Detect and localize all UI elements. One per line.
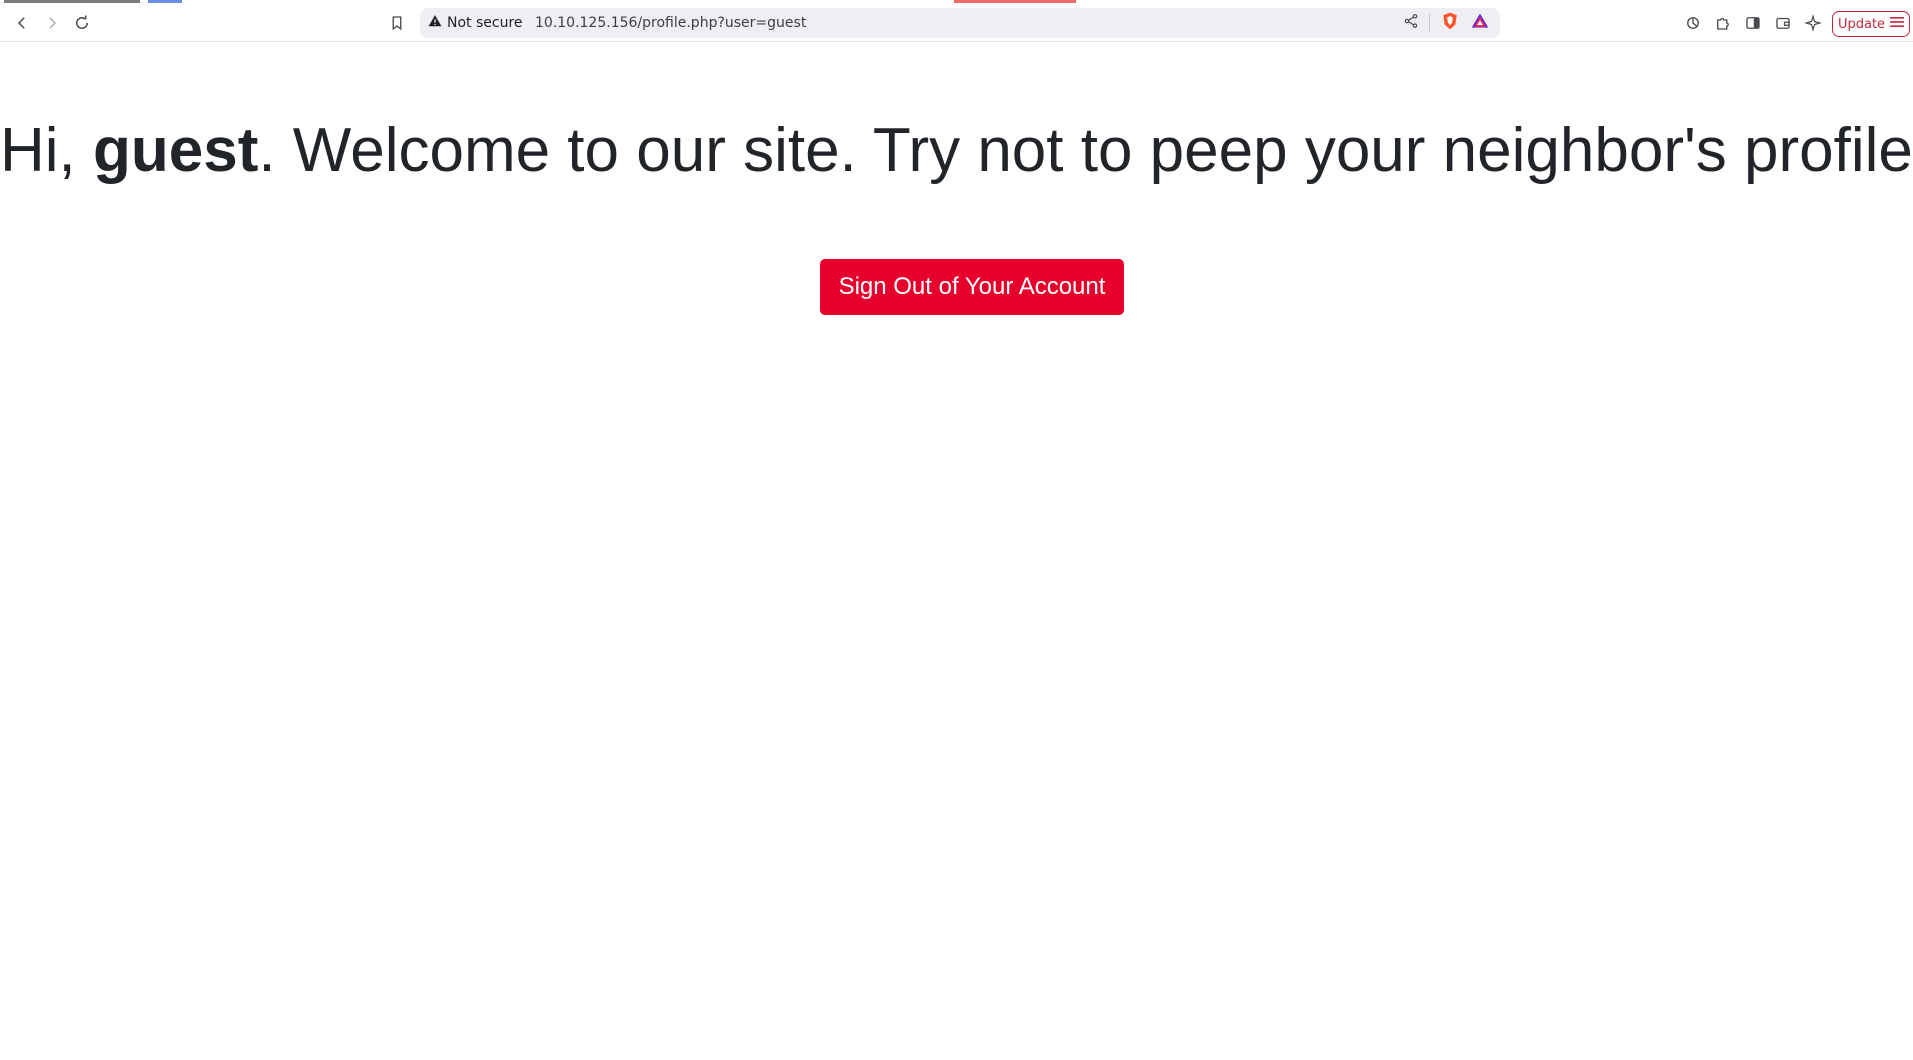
leo-icon[interactable]: [1681, 11, 1705, 35]
username: guest: [93, 116, 259, 185]
reload-icon[interactable]: [70, 11, 94, 35]
back-arrow-icon[interactable]: [10, 11, 34, 35]
brave-rewards-icon[interactable]: [1470, 11, 1490, 35]
url-text[interactable]: 10.10.125.156/profile.php?user=guest: [535, 8, 806, 38]
warning-icon: [428, 14, 442, 32]
puzzle-icon[interactable]: [1711, 11, 1735, 35]
forward-arrow-icon[interactable]: [40, 11, 64, 35]
greeting-suffix: . Welcome to our site. Try not to peep y…: [258, 116, 1913, 185]
wallet-icon[interactable]: [1771, 11, 1795, 35]
brave-shield-icon[interactable]: [1440, 11, 1460, 35]
omnibox-actions: [1403, 11, 1490, 35]
update-label: Update: [1837, 16, 1886, 32]
security-label: Not secure: [447, 15, 523, 31]
security-indicator[interactable]: Not secure: [428, 8, 523, 38]
share-icon[interactable]: [1403, 13, 1419, 33]
browser-toolbar: Not secure 10.10.125.156/profile.php?use…: [0, 3, 1913, 42]
greeting-prefix: Hi,: [0, 116, 93, 185]
bookmark-icon[interactable]: [385, 11, 409, 35]
address-bar[interactable]: Not secure 10.10.125.156/profile.php?use…: [420, 8, 1500, 38]
divider: [1429, 14, 1430, 32]
welcome-heading: Hi, guest. Welcome to our site. Try not …: [0, 115, 1913, 186]
update-button[interactable]: Update: [1832, 11, 1910, 37]
sparkle-icon[interactable]: [1801, 11, 1825, 35]
hamburger-icon: [1890, 16, 1905, 32]
page-content: Hi, guest. Welcome to our site. Try not …: [0, 43, 1913, 1060]
sign-out-button[interactable]: Sign Out of Your Account: [820, 259, 1124, 315]
sidebar-icon[interactable]: [1741, 11, 1765, 35]
